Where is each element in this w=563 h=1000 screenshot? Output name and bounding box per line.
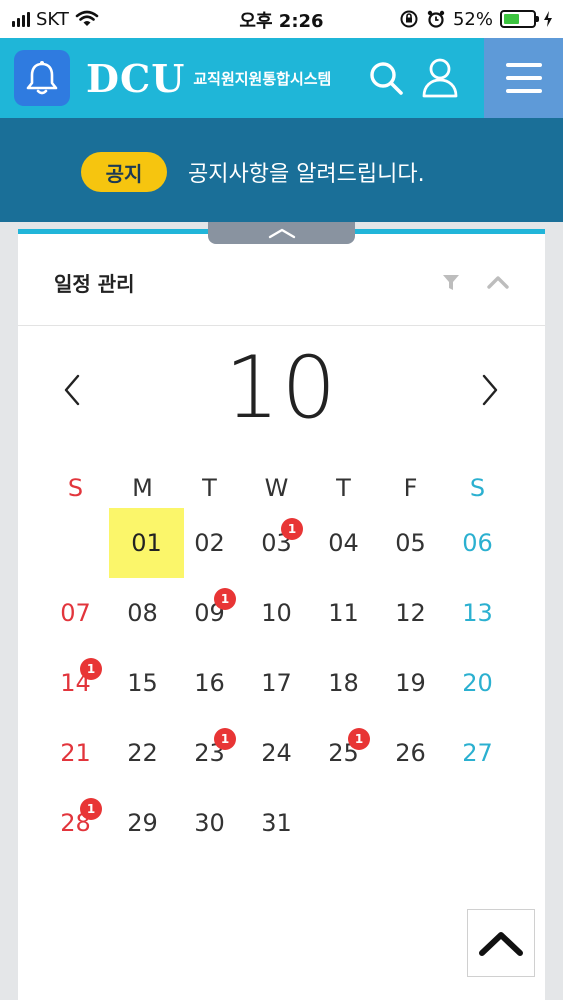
week-row: 14 1 15 16 17 18 19 20 [42,648,512,718]
weekday-wed: W [264,474,289,502]
chevron-up-icon[interactable] [486,274,510,290]
search-icon[interactable] [366,58,406,98]
month-number: 10 [224,338,339,438]
calendar-day[interactable]: 28 1 [42,788,109,858]
weekday-mon: M [132,474,153,502]
event-count-badge: 1 [80,798,102,820]
brand-logo: DCU [86,55,186,101]
calendar-day[interactable]: 24 [243,718,310,788]
banner-collapse-tab[interactable] [208,222,355,244]
weekday-header: S M T W T F S [42,468,512,508]
event-count-badge: 1 [348,728,370,750]
calendar-day[interactable]: 29 [109,788,176,858]
notice-text: 공지사항을 알려드립니다. [188,162,425,187]
event-count-badge: 1 [281,518,303,540]
calendar-day[interactable]: 15 [109,648,176,718]
user-icon[interactable] [420,56,460,100]
chevron-up-icon [268,228,295,239]
menu-button[interactable] [484,38,563,118]
calendar-day[interactable]: 11 [310,578,377,648]
bell-icon [26,61,58,95]
filter-icon[interactable] [442,274,460,292]
event-count-badge: 1 [214,728,236,750]
calendar-day[interactable]: 23 1 [176,718,243,788]
calendar-grid: S M T W T F S 01 02 03 1 04 05 06 07 08 0… [42,468,512,858]
schedule-card: 일정 관리 10 S M T W T F S 01 02 03 1 04 05 … [18,229,545,1000]
calendar-day[interactable]: 05 [377,508,444,578]
calendar-day [42,508,109,578]
week-row: 07 08 09 1 10 11 12 13 [42,578,512,648]
calendar-day[interactable]: 30 [176,788,243,858]
calendar-day[interactable]: 13 [444,578,511,648]
chevron-right-icon[interactable] [478,370,504,410]
weekday-thu: T [336,474,351,502]
calendar-day[interactable]: 18 [310,648,377,718]
brand[interactable]: DCU 교직원지원통합시스템 [86,54,331,102]
calendar-day[interactable]: 08 [109,578,176,648]
calendar-day[interactable]: 31 [243,788,310,858]
week-row: 21 22 23 1 24 25 1 26 27 [42,718,512,788]
calendar-day[interactable]: 22 [109,718,176,788]
calendar-day[interactable]: 21 [42,718,109,788]
calendar-day[interactable]: 16 [176,648,243,718]
menu-icon [505,63,542,67]
calendar-day[interactable]: 17 [243,648,310,718]
calendar-day[interactable]: 04 [310,508,377,578]
calendar-day[interactable]: 25 1 [310,718,377,788]
battery-percent: 52% [452,8,493,30]
alarm-icon [427,10,445,28]
calendar-day[interactable]: 12 [377,578,444,648]
calendar-day [377,788,444,858]
orientation-lock-icon [400,10,418,28]
calendar-day[interactable]: 03 1 [243,508,310,578]
weekday-fri: F [403,474,418,502]
calendar-day[interactable]: 26 [377,718,444,788]
brand-subtitle: 교직원지원통합시스템 [193,69,332,88]
month-navigation: 10 [18,338,545,438]
event-count-badge: 1 [214,588,236,610]
scroll-to-top-button[interactable] [467,909,535,977]
calendar-day[interactable]: 19 [377,648,444,718]
charging-icon [544,11,552,27]
battery-fill [504,14,519,24]
calendar-day[interactable]: 07 [42,578,109,648]
week-row: 01 02 03 1 04 05 06 [42,508,512,578]
calendar-day[interactable]: 27 [444,718,511,788]
schedule-title: 일정 관리 [54,272,135,296]
calendar-day[interactable]: 20 [444,648,511,718]
app-header: DCU 교직원지원통합시스템 [0,38,563,118]
calendar-day[interactable]: 14 1 [42,648,109,718]
calendar-day-today[interactable]: 01 [109,508,184,578]
schedule-card-header: 일정 관리 [18,234,545,326]
battery-icon [500,10,539,28]
notification-button[interactable] [14,50,70,106]
calendar-day [310,788,377,858]
status-bar: SKT 오후 2:26 52% [0,0,563,38]
chevron-up-icon [479,932,523,956]
event-count-badge: 1 [80,658,102,680]
weekday-sat: S [469,474,486,502]
calendar-day[interactable]: 09 1 [176,578,243,648]
week-row: 28 1 29 30 31 [42,788,512,858]
notice-banner[interactable]: 공지 공지사항을 알려드립니다. [0,118,563,222]
weekday-tue: T [202,474,217,502]
status-bar-right: 52% [399,7,553,31]
calendar-day[interactable]: 06 [444,508,511,578]
notice-badge: 공지 [81,152,167,192]
weekday-sun: S [67,474,84,502]
calendar-day[interactable]: 10 [243,578,310,648]
calendar-day [444,788,511,858]
calendar-day[interactable]: 02 [176,508,243,578]
